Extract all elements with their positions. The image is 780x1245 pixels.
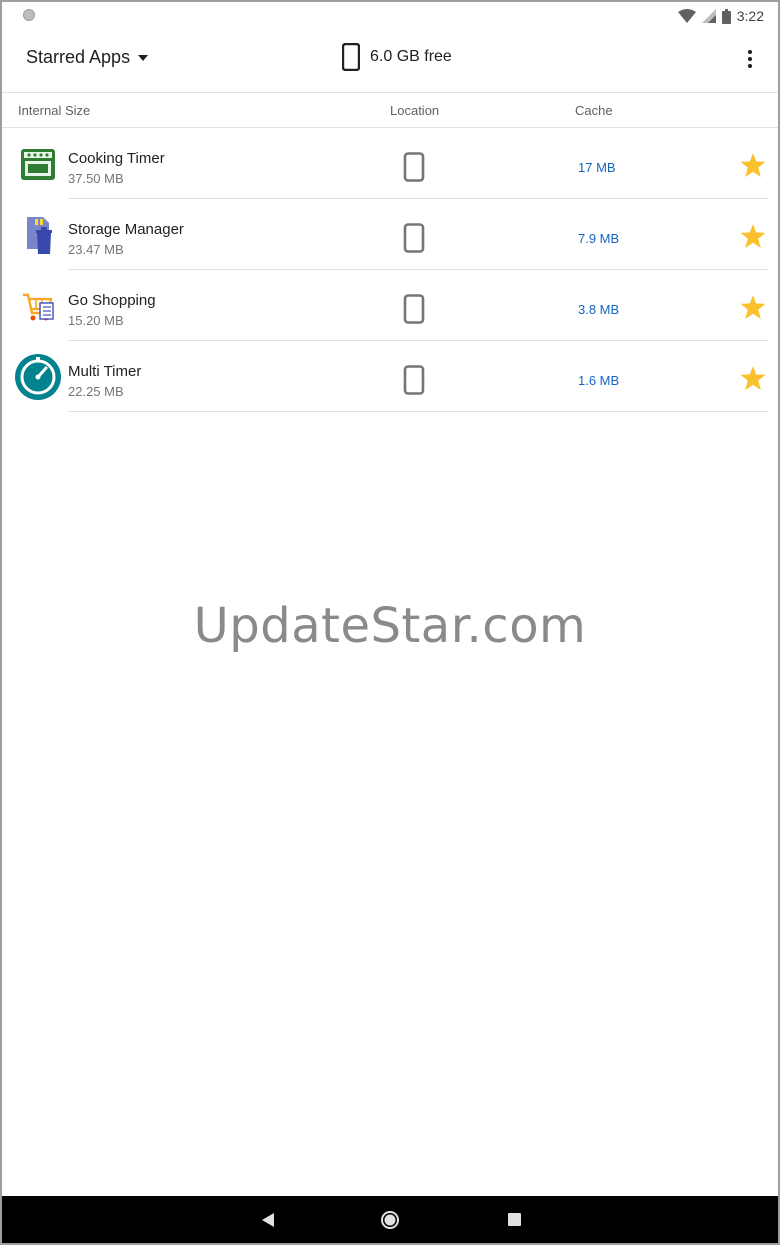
cache-value: 1.6 MB xyxy=(578,373,620,388)
toolbar: Starred Apps 6.0 GB free xyxy=(2,30,778,93)
battery-icon xyxy=(721,8,731,24)
cache-value: 7.9 MB xyxy=(578,231,620,246)
dropdown-arrow-icon xyxy=(138,54,149,61)
column-location[interactable]: Location xyxy=(390,103,439,118)
status-icons: 3:22 xyxy=(677,7,764,25)
cell-signal-icon xyxy=(701,9,716,23)
app-size: 22.25 MB xyxy=(68,384,124,399)
back-triangle-icon xyxy=(262,1212,274,1227)
app-name: Storage Manager xyxy=(68,221,184,238)
internal-storage-phone-icon xyxy=(403,152,425,182)
home-circle-icon xyxy=(381,1210,399,1229)
app-size: 37.50 MB xyxy=(68,171,124,186)
filter-dropdown[interactable]: Starred Apps xyxy=(26,47,149,68)
sd-card-trash-icon xyxy=(14,211,62,259)
internal-storage-phone-icon xyxy=(403,365,425,395)
app-size: 15.20 MB xyxy=(68,313,124,328)
app-list: Cooking Timer 37.50 MB 17 MB Storage Man… xyxy=(2,128,778,412)
row-divider xyxy=(68,411,768,412)
cache-value: 17 MB xyxy=(578,160,616,175)
navigation-bar xyxy=(2,1196,778,1243)
app-frame: 3:22 Starred Apps 6.0 GB free Internal S… xyxy=(0,0,780,1245)
clock: 3:22 xyxy=(736,8,764,24)
column-cache[interactable]: Cache xyxy=(575,103,613,118)
app-name: Go Shopping xyxy=(68,292,156,309)
star-icon[interactable] xyxy=(740,295,766,319)
phone-icon xyxy=(342,43,360,71)
notification-dot-icon xyxy=(23,9,35,21)
filter-label: Starred Apps xyxy=(26,47,131,67)
home-button[interactable] xyxy=(376,1196,404,1243)
oven-icon xyxy=(14,140,62,188)
app-row[interactable]: Storage Manager 23.47 MB 7.9 MB xyxy=(2,199,778,270)
app-row[interactable]: Go Shopping 15.20 MB 3.8 MB xyxy=(2,270,778,341)
column-internal-size[interactable]: Internal Size xyxy=(18,103,90,118)
internal-storage-phone-icon xyxy=(403,223,425,253)
stopwatch-icon xyxy=(14,353,62,401)
star-icon[interactable] xyxy=(740,224,766,248)
watermark: UpdateStar.com xyxy=(193,598,587,654)
star-icon[interactable] xyxy=(740,366,766,390)
internal-storage-phone-icon xyxy=(403,294,425,324)
free-space-label: 6.0 GB free xyxy=(370,48,452,65)
app-name: Cooking Timer xyxy=(68,150,165,167)
app-row[interactable]: Cooking Timer 37.50 MB 17 MB xyxy=(2,128,778,199)
back-button[interactable] xyxy=(254,1196,282,1243)
overflow-menu-icon[interactable] xyxy=(738,47,762,71)
app-name: Multi Timer xyxy=(68,363,142,380)
cache-value: 3.8 MB xyxy=(578,302,620,317)
shopping-cart-icon xyxy=(14,282,62,330)
free-space-indicator: 6.0 GB free xyxy=(342,43,452,71)
recents-button[interactable] xyxy=(500,1196,528,1243)
wifi-icon xyxy=(677,9,696,23)
status-bar: 3:22 xyxy=(2,2,778,30)
star-icon[interactable] xyxy=(740,153,766,177)
app-size: 23.47 MB xyxy=(68,242,124,257)
column-header: Internal Size Location Cache xyxy=(2,93,778,128)
app-row[interactable]: Multi Timer 22.25 MB 1.6 MB xyxy=(2,341,778,412)
recents-square-icon xyxy=(507,1213,521,1226)
